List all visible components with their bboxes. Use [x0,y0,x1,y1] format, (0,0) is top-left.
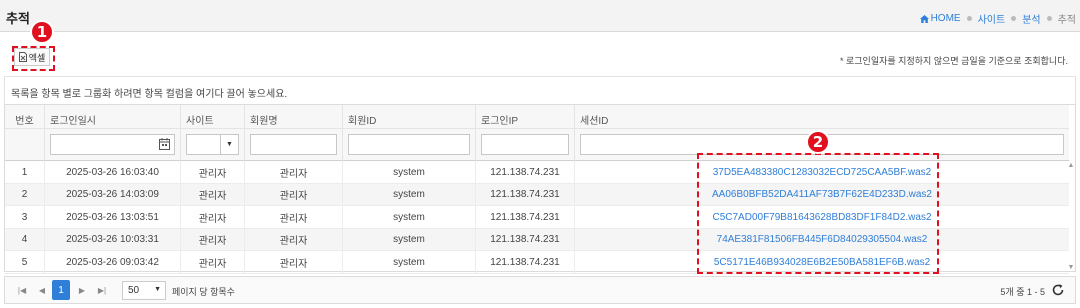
cell-member-name: 관리자 [245,206,343,229]
cell-site: 관리자 [181,161,245,183]
cell-no: 4 [5,228,45,251]
refresh-icon[interactable] [1051,283,1065,297]
prev-page-icon[interactable]: ◀ [33,281,51,299]
login-ip-filter-input[interactable] [481,134,569,155]
title-bar: 추적 HOME 사이트 분석 추적 [0,0,1080,32]
breadcrumb: HOME 사이트 분석 추적 [919,11,1076,26]
cell-member-id: system [343,251,476,274]
breadcrumb-separator [1046,16,1052,21]
cell-login-ip: 121.138.74.231 [476,161,575,183]
search-notice: * 로그인일자를 지정하지 않으면 금일을 기준으로 조회합니다. [839,56,1068,66]
column-header-site[interactable]: 사이트 [181,105,245,129]
filter-cell-login-ip [476,129,575,161]
column-header-member-id[interactable]: 회원ID [343,105,476,129]
group-by-hint: 목록을 항목 별로 그룹화 하려면 항목 컬럼을 여기다 끌어 놓으세요. [11,89,288,100]
chevron-down-icon: ▼ [154,286,161,293]
cell-site: 관리자 [181,228,245,251]
column-header-member-name[interactable]: 회원명 [245,105,343,129]
page-title: 추적 [6,11,30,26]
cell-no: 5 [5,251,45,274]
last-page-icon[interactable]: ▶| [93,281,111,299]
callout-box-excel [12,46,55,71]
cell-login-ip: 121.138.74.231 [476,251,575,274]
cell-no: 3 [5,206,45,229]
calendar-icon[interactable] [159,138,170,150]
breadcrumb-home-label: HOME [930,13,961,24]
column-header-no[interactable]: 번호 [5,105,45,129]
group-by-drop-area[interactable]: 목록을 항목 별로 그룹화 하려면 항목 컬럼을 여기다 끌어 놓으세요. [4,76,1076,104]
page-size-value: 50 [128,285,140,296]
cell-login-ip: 121.138.74.231 [476,183,575,206]
filter-cell-no [5,129,45,161]
step-marker-2: 2 [806,130,830,154]
scroll-up-icon[interactable]: ▲ [1067,162,1075,169]
cell-no: 2 [5,183,45,206]
cell-member-name: 관리자 [245,183,343,206]
member-name-filter-input[interactable] [250,134,337,155]
column-header-login-ip[interactable]: 로그인IP [476,105,575,129]
first-page-icon[interactable]: |◀ [13,281,31,299]
breadcrumb-separator [966,16,972,21]
cell-member-id: system [343,183,476,206]
cell-member-id: system [343,206,476,229]
step-marker-1: 1 [30,20,54,44]
column-header-session-id[interactable]: 세션ID [575,105,1069,129]
cell-member-name: 관리자 [245,228,343,251]
cell-login-time: 2025-03-26 14:03:09 [45,183,181,206]
next-page-icon[interactable]: ▶ [73,281,91,299]
cell-login-ip: 121.138.74.231 [476,228,575,251]
chevron-down-icon[interactable]: ▼ [220,135,238,154]
cell-member-id: system [343,161,476,183]
login-time-filter-input[interactable] [50,134,175,155]
toolbar: 엑셀 * 로그인일자를 지정하지 않으면 금일을 기준으로 조회합니다. [0,40,1080,74]
vertical-scrollbar[interactable]: ▲ ▼ [1067,161,1075,271]
breadcrumb-item-tracking: 추적 [1057,15,1076,26]
cell-login-time: 2025-03-26 10:03:31 [45,228,181,251]
cell-site: 관리자 [181,183,245,206]
cell-site: 관리자 [181,251,245,274]
cell-member-name: 관리자 [245,251,343,274]
breadcrumb-item-analysis[interactable]: 분석 [1022,11,1040,26]
scroll-down-icon[interactable]: ▼ [1067,264,1075,271]
cell-member-name: 관리자 [245,161,343,183]
filter-cell-member-id [343,129,476,161]
grid-pager: |◀ ◀ 1 ▶ ▶| 50 ▼ 페이지 당 항목수 5개 중 1 - 5 [4,276,1076,304]
breadcrumb-separator [1011,16,1017,21]
home-icon [919,14,929,23]
cell-member-id: system [343,228,476,251]
breadcrumb-item-site[interactable]: 사이트 [978,11,1006,26]
cell-login-time: 2025-03-26 16:03:40 [45,161,181,183]
cell-login-time: 2025-03-26 09:03:42 [45,251,181,274]
filter-cell-login-time [45,129,181,161]
callout-box-session-id [697,153,939,274]
breadcrumb-home[interactable]: HOME [919,13,961,24]
grid-header-row: 번호 로그인일시 사이트 회원명 회원ID 로그인IP 세션ID [5,105,1069,129]
page-size-label: 페이지 당 항목수 [172,287,235,297]
pager-info: 5개 중 1 - 5 [1000,287,1045,297]
current-page-button[interactable]: 1 [52,280,70,300]
member-id-filter-input[interactable] [348,134,470,155]
cell-no: 1 [5,161,45,183]
cell-login-time: 2025-03-26 13:03:51 [45,206,181,229]
filter-cell-site: ▼ [181,129,245,161]
filter-cell-member-name [245,129,343,161]
page-size-select[interactable]: 50 ▼ [122,281,166,300]
cell-site: 관리자 [181,206,245,229]
column-header-login-time[interactable]: 로그인일시 [45,105,181,129]
site-filter-select[interactable]: ▼ [186,134,239,155]
cell-login-ip: 121.138.74.231 [476,206,575,229]
